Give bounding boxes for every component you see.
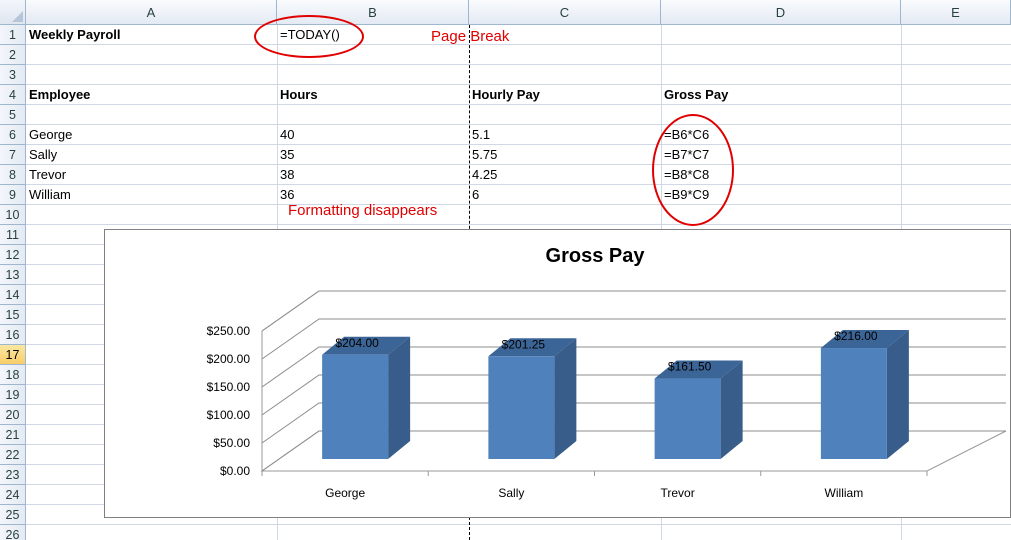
cell-a1[interactable]: Weekly Payroll [26, 25, 277, 45]
row-header-7[interactable]: 7 [0, 145, 26, 165]
column-header-bar: A B C D E [0, 0, 1011, 25]
cell-b6[interactable]: 40 [277, 125, 294, 145]
cell-c4[interactable]: Hourly Pay [469, 85, 661, 105]
row-header-14[interactable]: 14 [0, 285, 26, 305]
row-header-2[interactable]: 2 [0, 45, 26, 65]
cell-c9[interactable]: 6 [469, 185, 479, 205]
row-header-19[interactable]: 19 [0, 385, 26, 405]
gridline-h [26, 224, 1011, 225]
cell-b7[interactable]: 35 [277, 145, 294, 165]
select-all-corner[interactable] [0, 0, 26, 25]
row-header-25[interactable]: 25 [0, 505, 26, 525]
bar-trevor [654, 378, 721, 459]
gridline-h [26, 144, 1011, 145]
bar-side [554, 338, 577, 459]
cell-c6[interactable]: 5.1 [469, 125, 490, 145]
cell-a6[interactable]: George [26, 125, 72, 145]
gridline-h [26, 524, 1011, 525]
gridline-h [26, 184, 1011, 185]
cell-a7[interactable]: Sally [26, 145, 57, 165]
annotation-page-break: Page Break [431, 28, 510, 45]
row-header-4[interactable]: 4 [0, 85, 26, 105]
chart-canvas: $0.00 $50.00 $100.00 $150.00 $200.00 $250.00 $… [207, 245, 1007, 500]
data-label: $201.25 [502, 337, 546, 351]
row-header-20[interactable]: 20 [0, 405, 26, 425]
row-header-12[interactable]: 12 [0, 245, 26, 265]
row-header-1[interactable]: 1 [0, 25, 26, 45]
row-header-18[interactable]: 18 [0, 365, 26, 385]
bar-george [322, 354, 389, 459]
column-header-e[interactable]: E [901, 0, 1011, 25]
cell-a4[interactable]: Employee [26, 85, 277, 105]
row-header-3[interactable]: 3 [0, 65, 26, 85]
column-header-a[interactable]: A [26, 0, 277, 25]
x-tick-label: Sally [498, 486, 524, 500]
gross-pay-chart[interactable]: $0.00 $50.00 $100.00 $150.00 $200.00 $250.00 $… [104, 229, 1011, 518]
cell-d4[interactable]: Gross Pay [661, 85, 901, 105]
annotation-ellipse-formulas [652, 114, 734, 226]
x-tick-label: George [325, 486, 365, 500]
y-tick-label: $150.00 [207, 380, 251, 394]
x-tick-label: Trevor [661, 486, 695, 500]
bar-side [388, 336, 411, 459]
annotation-ellipse-today [254, 15, 364, 58]
row-header-8[interactable]: 8 [0, 165, 26, 185]
y-tick-label: $0.00 [220, 464, 250, 478]
y-tick-label: $50.00 [213, 436, 250, 450]
row-header-11[interactable]: 11 [0, 225, 26, 245]
row-header-10[interactable]: 10 [0, 205, 26, 225]
cell-c8[interactable]: 4.25 [469, 165, 497, 185]
row-header-22[interactable]: 22 [0, 445, 26, 465]
row-header-24[interactable]: 24 [0, 485, 26, 505]
row-header-5[interactable]: 5 [0, 105, 26, 125]
row-header-9[interactable]: 9 [0, 185, 26, 205]
cell-c7[interactable]: 5.75 [469, 145, 497, 165]
column-header-c[interactable]: C [469, 0, 661, 25]
bar-william [820, 348, 887, 459]
cell-a8[interactable]: Trevor [26, 165, 66, 185]
data-label: $216.00 [834, 329, 878, 343]
row-header-23[interactable]: 23 [0, 465, 26, 485]
row-header-17[interactable]: 17 [0, 345, 26, 365]
row-header-21[interactable]: 21 [0, 425, 26, 445]
column-header-d[interactable]: D [661, 0, 901, 25]
cell-b8[interactable]: 38 [277, 165, 294, 185]
bar-sally [488, 356, 555, 459]
x-tick-label: William [825, 486, 864, 500]
cell-a9[interactable]: William [26, 185, 71, 205]
y-tick-label: $250.00 [207, 324, 251, 338]
bar-side [886, 330, 909, 459]
gridline-h [26, 124, 1011, 125]
gridline-h [26, 164, 1011, 165]
gridline-h [26, 64, 1011, 65]
y-tick-label: $200.00 [207, 352, 251, 366]
data-label: $204.00 [335, 336, 379, 350]
cell-b4[interactable]: Hours [277, 85, 469, 105]
select-all-icon [12, 11, 23, 22]
data-label: $161.50 [668, 360, 712, 374]
y-tick-label: $100.00 [207, 408, 251, 422]
annotation-formatting: Formatting disappears [288, 202, 438, 219]
row-header-13[interactable]: 13 [0, 265, 26, 285]
row-header-16[interactable]: 16 [0, 325, 26, 345]
row-header-15[interactable]: 15 [0, 305, 26, 325]
row-header-6[interactable]: 6 [0, 125, 26, 145]
chart-title: Gross Pay [546, 245, 646, 267]
row-header-26[interactable]: 26 [0, 525, 26, 540]
gridline-h [26, 204, 1011, 205]
